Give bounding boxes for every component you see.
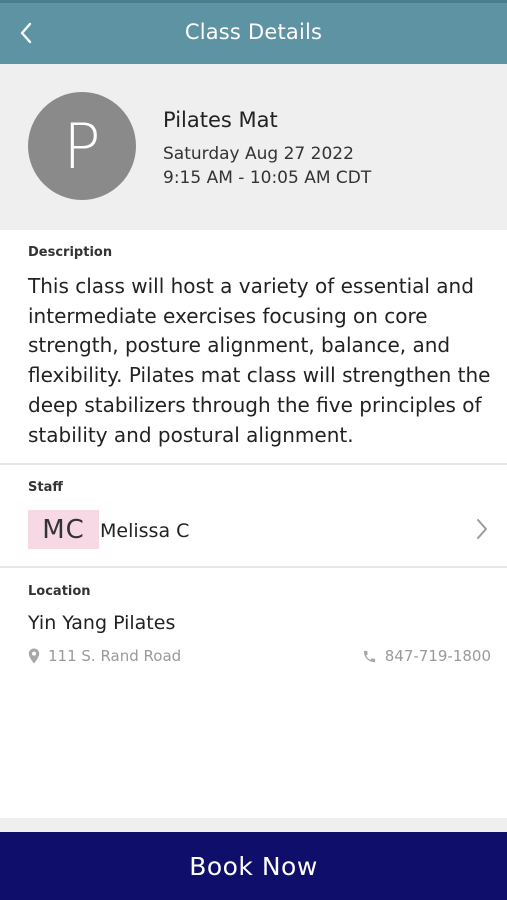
address-text: 111 S. Rand Road (48, 647, 182, 665)
phone-text: 847-719-1800 (384, 647, 491, 665)
phone-icon (363, 650, 375, 662)
description-label: Description (28, 245, 113, 260)
location-phone[interactable]: 847-719-1800 (362, 645, 491, 667)
location-address[interactable]: 111 S. Rand Road (28, 645, 181, 667)
chevron-right-icon (477, 519, 487, 539)
page-title: Class Details (184, 20, 323, 44)
location-label: Location (28, 584, 91, 599)
class-avatar: P (28, 92, 136, 200)
staff-label: Staff (28, 480, 63, 495)
class-date: Saturday Aug 27 2022 (163, 144, 354, 164)
divider (0, 463, 507, 465)
class-summary: P Pilates Mat Saturday Aug 27 2022 9:15 … (0, 64, 507, 230)
location-name: Yin Yang Pilates (28, 612, 176, 634)
staff-row[interactable]: MC Melissa C (0, 502, 507, 558)
staff-initials-avatar: MC (28, 510, 99, 549)
class-time: 9:15 AM - 10:05 AM CDT (163, 168, 372, 188)
description-text: This class will host a variety of essent… (28, 274, 491, 447)
staff-name: Melissa C (100, 520, 190, 542)
footer-spacer (0, 818, 507, 832)
book-now-button[interactable]: Book Now (0, 832, 507, 900)
divider (0, 566, 507, 568)
class-name: Pilates Mat (163, 108, 278, 132)
map-pin-icon (28, 648, 40, 664)
top-bar: Class Details (0, 0, 507, 64)
